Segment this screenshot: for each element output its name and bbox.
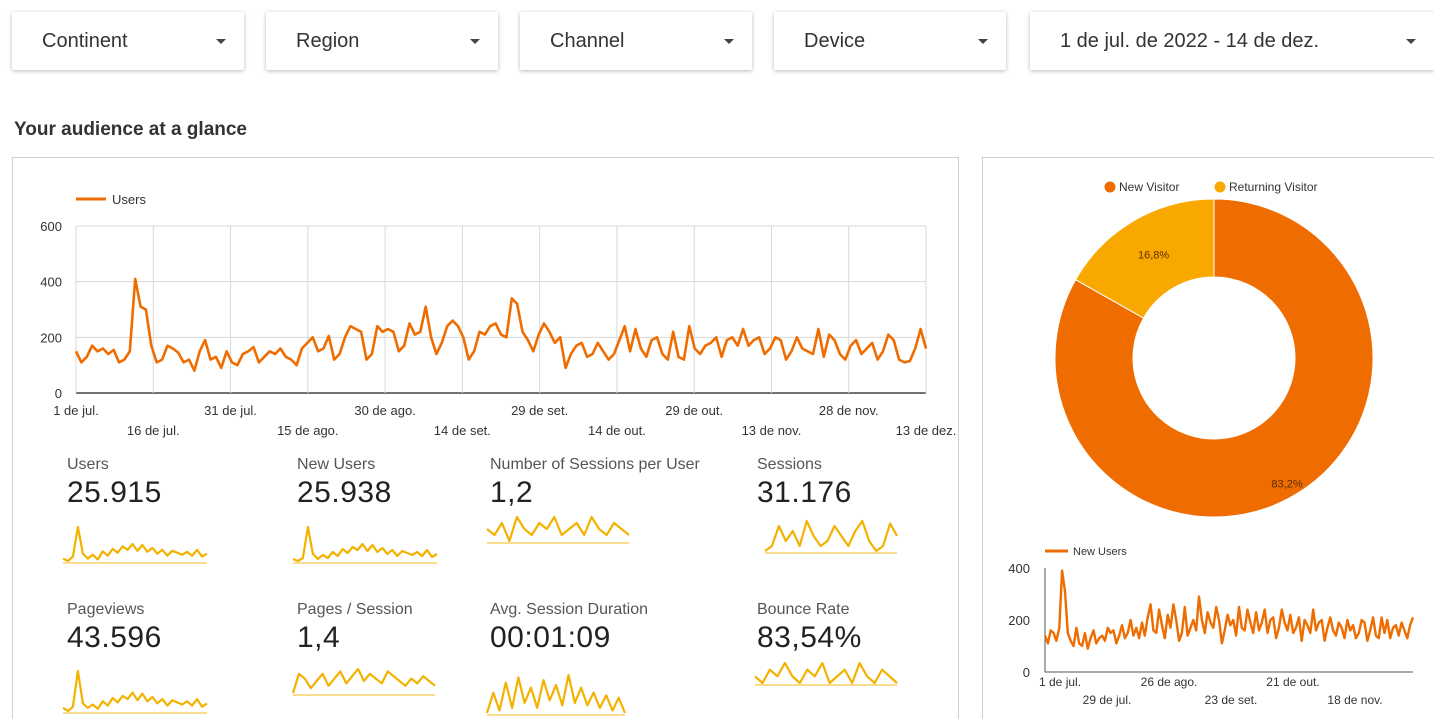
y-tick-label: 600 xyxy=(40,219,62,234)
channel-filter[interactable]: Channel xyxy=(520,12,752,70)
metric-label: Sessions xyxy=(757,456,822,473)
sparkline-path xyxy=(62,525,208,563)
x-tick-label: 1 de jul. xyxy=(1039,675,1081,689)
avg-session-duration-sparkline xyxy=(485,673,627,716)
x-tick-label: 29 de set. xyxy=(511,403,568,418)
chevron-down-icon xyxy=(1406,38,1416,44)
continent-filter-label: Continent xyxy=(42,29,128,52)
users-sparkline xyxy=(62,525,208,564)
y-tick-label: 200 xyxy=(1008,613,1030,628)
metric-new-users[interactable]: New Users 25.938 xyxy=(297,456,392,510)
sessions-sparkline xyxy=(764,519,898,554)
metric-sessions-per-user[interactable]: Number of Sessions per User 1,2 xyxy=(490,456,700,510)
x-tick-label: 1 de jul. xyxy=(53,403,99,418)
legend-returning-visitor-marker xyxy=(1214,181,1226,193)
y-tick-label: 0 xyxy=(1023,665,1030,680)
metric-value: 00:01:09 xyxy=(490,621,611,654)
x-tick-label: 29 de out. xyxy=(665,403,723,418)
y-tick-label: 200 xyxy=(40,330,62,345)
legend-label: New Users xyxy=(1073,546,1127,558)
visitor-donut-chart: New Visitor Returning Visitor 83,2% 16,8% xyxy=(1054,180,1374,518)
overview-panel: Users 0 200 400 600 1 de jul. 16 de jul. 31 de … xyxy=(12,157,959,719)
x-tick-label: 13 de dez. xyxy=(896,423,957,438)
chevron-down-icon xyxy=(978,38,988,44)
x-tick-label: 14 de set. xyxy=(434,423,491,438)
channel-filter-label: Channel xyxy=(550,29,625,52)
metric-pageviews[interactable]: Pageviews 43.596 xyxy=(67,601,162,655)
x-tick-label: 15 de ago. xyxy=(277,423,338,438)
chevron-down-icon xyxy=(216,38,226,44)
sparkline-path xyxy=(292,525,438,563)
x-tick-label: 14 de out. xyxy=(588,423,646,438)
metric-users[interactable]: Users 25.915 xyxy=(67,456,162,510)
pages-per-session-sparkline xyxy=(291,667,436,696)
x-tick-label: 18 de nov. xyxy=(1327,693,1382,707)
metric-label: Bounce Rate xyxy=(757,601,850,618)
date-range-label: 1 de jul. de 2022 - 14 de dez. xyxy=(1060,29,1320,52)
sparkline-path xyxy=(485,673,627,714)
metric-value: 25.915 xyxy=(67,476,162,509)
new-users-sparkline xyxy=(292,525,438,564)
metric-label: Pageviews xyxy=(67,601,145,618)
x-tick-label: 21 de out. xyxy=(1266,675,1319,689)
metric-label: Avg. Session Duration xyxy=(490,601,649,618)
visitor-panel: New Visitor Returning Visitor 83,2% 16,8% N… xyxy=(982,157,1434,719)
new-users-series-line xyxy=(1043,569,1415,650)
slice-label: 16,8% xyxy=(1138,249,1169,261)
x-tick-label: 23 de set. xyxy=(1205,693,1258,707)
y-tick-label: 0 xyxy=(55,386,62,401)
metric-value: 31.176 xyxy=(757,476,852,509)
slice-label: 83,2% xyxy=(1271,478,1302,490)
users-line-chart: Users 0 200 400 600 1 de jul. 16 de jul. 31 de … xyxy=(40,192,957,438)
chevron-down-icon xyxy=(724,38,734,44)
continent-filter[interactable]: Continent xyxy=(12,12,244,70)
sparkline-path xyxy=(754,661,898,685)
region-filter[interactable]: Region xyxy=(266,12,498,70)
legend-new-visitor-marker xyxy=(1104,181,1116,193)
metric-sessions[interactable]: Sessions 31.176 xyxy=(757,456,852,510)
metric-label: Users xyxy=(67,456,109,473)
x-tick-label: 30 de ago. xyxy=(354,403,415,418)
y-tick-label: 400 xyxy=(1008,561,1030,576)
device-filter[interactable]: Device xyxy=(774,12,1006,70)
metric-avg-session-duration[interactable]: Avg. Session Duration 00:01:09 xyxy=(490,601,648,655)
bounce-rate-sparkline xyxy=(754,661,898,686)
pageviews-sparkline xyxy=(62,669,208,714)
sparkline-path xyxy=(291,667,436,694)
metric-value: 83,54% xyxy=(757,621,862,654)
y-tick-label: 400 xyxy=(40,275,62,290)
metric-value: 25.938 xyxy=(297,476,392,509)
x-tick-label: 26 de ago. xyxy=(1141,675,1198,689)
new-users-line-chart: New Users 0 200 400 1 de jul.29 de jul. 26 de… xyxy=(1008,546,1415,707)
region-filter-label: Region xyxy=(296,29,360,52)
metric-label: Number of Sessions per User xyxy=(490,456,700,473)
metric-value: 1,2 xyxy=(490,476,534,509)
metric-label: New Users xyxy=(297,456,376,473)
metric-pages-per-session[interactable]: Pages / Session 1,4 xyxy=(297,601,413,655)
legend-label: Returning Visitor xyxy=(1229,180,1318,194)
metric-value: 1,4 xyxy=(297,621,341,654)
metric-bounce-rate[interactable]: Bounce Rate 83,54% xyxy=(757,601,862,655)
sparkline-path xyxy=(62,669,208,713)
date-range-filter[interactable]: 1 de jul. de 2022 - 14 de dez. xyxy=(1030,12,1434,70)
x-tick-label: 28 de nov. xyxy=(819,403,879,418)
legend-label: Users xyxy=(112,192,146,207)
device-filter-label: Device xyxy=(804,29,866,52)
legend-label: New Visitor xyxy=(1119,180,1179,194)
sparkline-path xyxy=(486,515,630,543)
x-tick-label: 13 de nov. xyxy=(742,423,802,438)
sessions-per-user-sparkline xyxy=(486,515,630,544)
sparkline-path xyxy=(764,519,898,553)
metric-label: Pages / Session xyxy=(297,601,413,618)
x-tick-label: 16 de jul. xyxy=(127,423,180,438)
chevron-down-icon xyxy=(470,38,480,44)
users-series-line xyxy=(74,277,928,372)
x-tick-label: 31 de jul. xyxy=(204,403,257,418)
x-tick-label: 29 de jul. xyxy=(1083,693,1132,707)
metric-value: 43.596 xyxy=(67,621,162,654)
section-title: Your audience at a glance xyxy=(14,119,248,140)
